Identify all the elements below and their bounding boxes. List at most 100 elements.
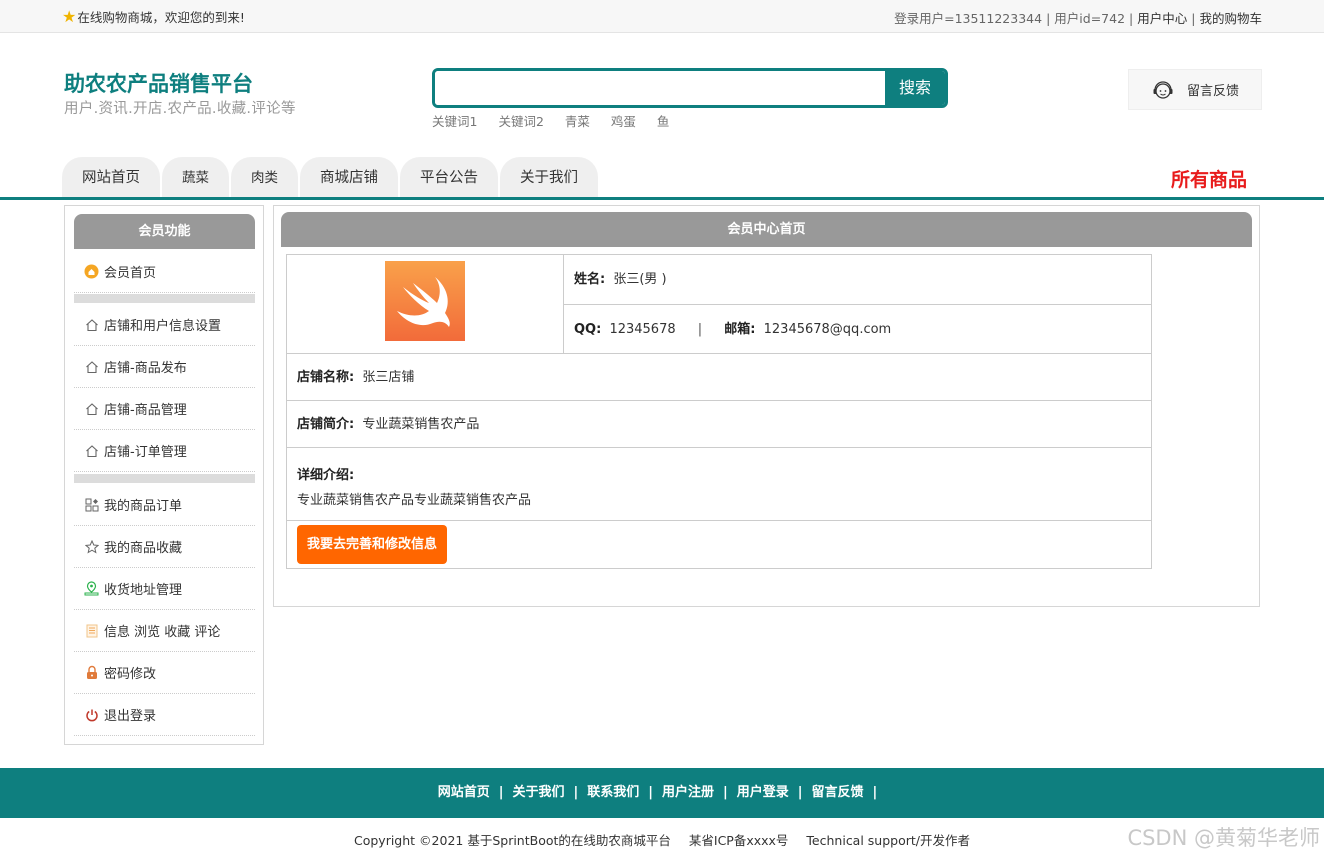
footer-link-about[interactable]: 关于我们	[512, 785, 564, 800]
sidebar-item-change-password[interactable]: 密码修改	[74, 652, 255, 694]
lock-icon	[84, 665, 99, 680]
user-center-link[interactable]: 用户中心	[1137, 11, 1187, 26]
sidebar-item-label: 收货地址管理	[104, 583, 183, 598]
welcome-text: 在线购物商城，欢迎您的到来!	[77, 10, 245, 25]
sidebar-item-label: 退出登录	[104, 709, 157, 724]
watermark: CSDN @黄菊华老师	[1127, 826, 1320, 850]
sidebar-item-label: 信息 浏览 收藏 评论	[104, 625, 221, 640]
sidebar-item-shop-settings[interactable]: 店铺和用户信息设置	[74, 304, 255, 346]
nav-tab-shops[interactable]: 商城店铺	[300, 157, 398, 197]
power-icon	[84, 707, 99, 722]
detail-value: 专业蔬菜销售农产品专业蔬菜销售农产品	[297, 493, 532, 508]
star-icon: ★	[62, 6, 77, 26]
member-center-panel: 会员中心首页 姓名: 张三(男 ) QQ: 12345678 | 邮箱: 123…	[273, 205, 1260, 607]
sidebar-item-addresses[interactable]: 收货地址管理	[74, 568, 255, 610]
email-label: 邮箱:	[724, 322, 756, 337]
sidebar-item-label: 店铺-商品发布	[104, 361, 187, 376]
house-icon	[84, 317, 99, 332]
nav-divider	[0, 197, 1324, 200]
nav-tab-announcements[interactable]: 平台公告	[400, 157, 498, 197]
footer-link-login[interactable]: 用户登录	[737, 785, 789, 800]
site-title[interactable]: 助农农产品销售平台	[64, 68, 253, 98]
sidebar-item-publish-product[interactable]: 店铺-商品发布	[74, 346, 255, 388]
name-value: 张三(男 )	[613, 272, 667, 287]
hot-keyword[interactable]: 青菜	[565, 114, 590, 129]
detail-row: 详细介绍: 专业蔬菜销售农产品专业蔬菜销售农产品	[287, 448, 1151, 521]
sidebar-title: 会员功能	[74, 214, 255, 249]
sidebar-item-label: 店铺和用户信息设置	[104, 319, 222, 334]
house-icon	[84, 359, 99, 374]
nav-tab-about[interactable]: 关于我们	[500, 157, 598, 197]
hot-keyword[interactable]: 鸡蛋	[611, 114, 636, 129]
sidebar-item-member-home[interactable]: 会员首页	[74, 251, 255, 293]
sidebar-item-label: 会员首页	[104, 266, 157, 281]
top-bar: ★ 在线购物商城，欢迎您的到来! 登录用户=13511223344 | 用户id=7…	[0, 0, 1324, 33]
swift-bird-icon	[397, 277, 450, 327]
qq-value: 12345678	[609, 322, 676, 337]
feedback-label: 留言反馈	[1187, 84, 1240, 99]
main-nav: 网站首页 蔬菜 肉类 商城店铺 平台公告 关于我们	[62, 157, 600, 197]
sidebar-divider	[74, 294, 255, 303]
cart-link[interactable]: 我的购物车	[1199, 11, 1262, 26]
nav-tab-meat[interactable]: 肉类	[231, 157, 298, 197]
nav-tab-home[interactable]: 网站首页	[62, 157, 160, 197]
sidebar-divider	[74, 474, 255, 483]
search-input[interactable]	[435, 71, 887, 105]
feedback-button[interactable]: 留言反馈	[1128, 69, 1262, 110]
hot-keyword[interactable]: 鱼	[657, 114, 670, 129]
shop-intro-label: 店铺简介:	[297, 417, 355, 432]
footer-links: 网站首页 | 关于我们 | 联系我们 | 用户注册 | 用户登录 | 留言反馈 |	[437, 785, 878, 800]
house-icon	[84, 401, 99, 416]
separator: |	[697, 322, 703, 337]
edit-row: 我要去完善和修改信息	[287, 521, 1151, 568]
login-user-text: 登录用户=13511223344	[894, 11, 1043, 26]
sidebar-item-label: 我的商品订单	[104, 499, 183, 514]
panel-title: 会员中心首页	[281, 212, 1252, 247]
hot-keyword[interactable]: 关键词2	[498, 114, 543, 129]
copyright: Copyright ©2021 基于SprintBoot的在线助农商城平台 某省…	[0, 830, 1324, 849]
qq-label: QQ:	[574, 322, 602, 337]
grid-icon	[84, 497, 99, 512]
document-icon	[84, 623, 99, 638]
edit-info-button[interactable]: 我要去完善和修改信息	[297, 525, 448, 564]
avatar-cell	[287, 255, 564, 354]
user-id-text: 用户id=742	[1054, 11, 1126, 26]
shop-intro-row: 店铺简介: 专业蔬菜销售农产品	[287, 401, 1151, 448]
search-box: 搜索	[432, 68, 948, 108]
footer-bar: 网站首页 | 关于我们 | 联系我们 | 用户注册 | 用户登录 | 留言反馈 |	[0, 768, 1324, 818]
name-label: 姓名:	[574, 272, 606, 287]
shop-intro-value: 专业蔬菜销售农产品	[362, 417, 480, 432]
sidebar-item-logout[interactable]: 退出登录	[74, 694, 255, 736]
shop-name-label: 店铺名称:	[297, 370, 355, 385]
sidebar-item-my-orders[interactable]: 我的商品订单	[74, 484, 255, 526]
location-icon	[84, 581, 99, 596]
hot-keywords: 关键词1 关键词2 青菜 鸡蛋 鱼	[432, 111, 686, 130]
detail-label: 详细介绍:	[297, 468, 355, 483]
sidebar-item-manage-orders[interactable]: 店铺-订单管理	[74, 430, 255, 472]
site-subtitle: 用户.资讯.开店.农产品.收藏.评论等	[64, 101, 296, 117]
shop-name-row: 店铺名称: 张三店铺	[287, 354, 1151, 401]
hot-keyword[interactable]: 关键词1	[432, 114, 477, 129]
sidebar-item-label: 店铺-商品管理	[104, 403, 187, 418]
sidebar-item-manage-products[interactable]: 店铺-商品管理	[74, 388, 255, 430]
contact-cell: QQ: 12345678 | 邮箱: 12345678@qq.com	[564, 305, 1151, 354]
all-goods-link[interactable]: 所有商品	[1171, 165, 1247, 192]
star-icon	[84, 539, 99, 554]
sidebar-item-info-activity[interactable]: 信息 浏览 收藏 评论	[74, 610, 255, 652]
nav-tab-vegetables[interactable]: 蔬菜	[162, 157, 229, 197]
footer-link-feedback[interactable]: 留言反馈	[812, 785, 864, 800]
sidebar-item-label: 我的商品收藏	[104, 541, 183, 556]
house-icon	[84, 443, 99, 458]
icp-text: 某省ICP备xxxx号	[688, 833, 789, 848]
sidebar-item-my-favorites[interactable]: 我的商品收藏	[74, 526, 255, 568]
footer-link-home[interactable]: 网站首页	[438, 785, 490, 800]
shop-name-value: 张三店铺	[362, 370, 415, 385]
footer-link-contact[interactable]: 联系我们	[587, 785, 639, 800]
member-info-table: 姓名: 张三(男 ) QQ: 12345678 | 邮箱: 12345678@q…	[286, 254, 1152, 569]
name-cell: 姓名: 张三(男 )	[564, 255, 1151, 305]
copyright-text: Copyright ©2021 基于SprintBoot的在线助农商城平台	[353, 833, 671, 848]
avatar	[385, 261, 465, 341]
search-button[interactable]: 搜索	[885, 71, 945, 105]
support-text: Technical support/开发作者	[806, 833, 970, 848]
footer-link-register[interactable]: 用户注册	[662, 785, 714, 800]
